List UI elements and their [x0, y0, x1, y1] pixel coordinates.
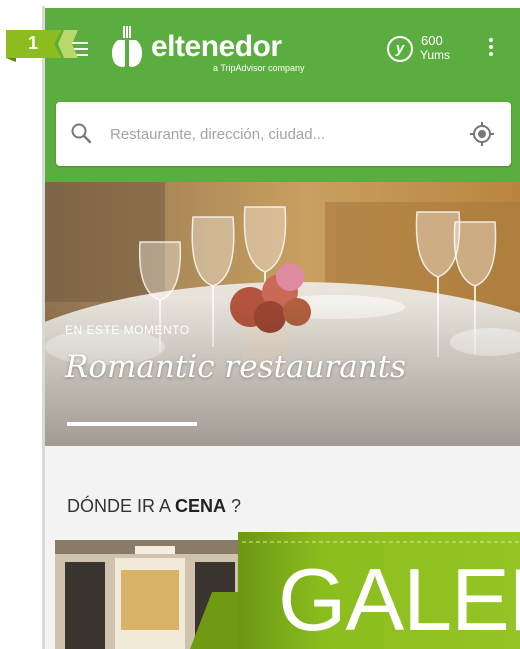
- hero-title: Romantic restaurants: [65, 349, 407, 385]
- step-number: 1: [27, 33, 38, 53]
- brand-name: eltenedor: [151, 30, 282, 63]
- hero-kicker: EN ESTE MOMENTO: [65, 323, 190, 337]
- more-options-icon[interactable]: [489, 38, 495, 60]
- section-heading-suffix: ?: [226, 496, 242, 516]
- gallery-banner-text: GALER: [278, 550, 520, 649]
- search-bar[interactable]: [56, 102, 511, 166]
- brand-subtitle: a TripAdvisor company: [213, 63, 305, 73]
- search-section: [45, 90, 520, 182]
- hero-banner[interactable]: EN ESTE MOMENTO Romantic restaurants: [45, 182, 520, 446]
- restaurant-table-photo: [45, 182, 520, 446]
- search-input[interactable]: [110, 122, 450, 146]
- step-badge: 1: [6, 28, 78, 62]
- section-heading-prefix: DÓNDE IR A: [67, 496, 176, 516]
- section-heading: DÓNDE IR A CENA ?: [67, 496, 241, 516]
- yums-label[interactable]: Yums: [420, 49, 450, 62]
- gallery-banner: GALER: [190, 532, 520, 649]
- app-header: eltenedor a TripAdvisor company y 600 Yu…: [45, 8, 520, 90]
- search-icon: [71, 123, 92, 144]
- crosshair-icon[interactable]: [469, 121, 495, 147]
- fork-logo-icon: [110, 26, 144, 68]
- yums-count[interactable]: 600: [421, 34, 443, 48]
- carousel-indicator: [67, 422, 197, 426]
- yums-icon[interactable]: y: [387, 36, 413, 62]
- section-heading-meal[interactable]: CENA: [175, 496, 226, 516]
